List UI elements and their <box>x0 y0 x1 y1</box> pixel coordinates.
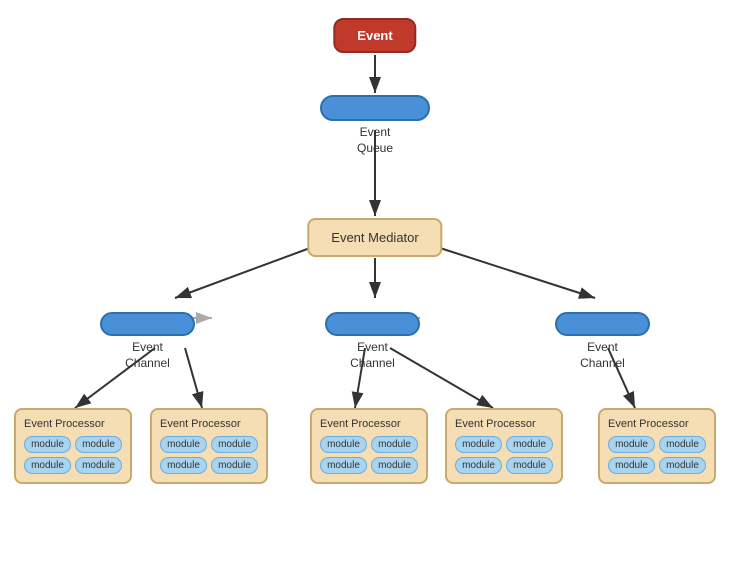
module: module <box>371 457 418 474</box>
processor-4-modules: module module module module <box>455 436 553 474</box>
architecture-diagram: Event EventQueue Event Mediator EventCha… <box>0 0 750 578</box>
module: module <box>608 457 655 474</box>
channel-label-left: EventChannel <box>125 340 170 371</box>
event-label: Event <box>357 28 392 43</box>
processor-4-title: Event Processor <box>455 418 553 430</box>
processor-3-title: Event Processor <box>320 418 418 430</box>
processor-4: Event Processor module module module mod… <box>445 408 563 484</box>
processor-5-modules: module module module module <box>608 436 706 474</box>
event-queue-container: EventQueue <box>320 95 430 156</box>
processor-3-modules: module module module module <box>320 436 418 474</box>
module: module <box>211 436 258 453</box>
connector-arrows <box>0 0 750 578</box>
processor-1-modules: module module module module <box>24 436 122 474</box>
processor-5-title: Event Processor <box>608 418 706 430</box>
processor-3: Event Processor module module module mod… <box>310 408 428 484</box>
channel-left: EventChannel <box>100 312 195 371</box>
mediator-label: Event Mediator <box>331 230 418 245</box>
module: module <box>455 457 502 474</box>
module: module <box>24 457 71 474</box>
event-queue-label: EventQueue <box>357 125 393 156</box>
channel-center: EventChannel <box>325 312 420 371</box>
module: module <box>160 436 207 453</box>
module: module <box>659 457 706 474</box>
channel-pill-right <box>555 312 650 336</box>
processor-5: Event Processor module module module mod… <box>598 408 716 484</box>
event-mediator: Event Mediator <box>307 218 442 257</box>
processor-2: Event Processor module module module mod… <box>150 408 268 484</box>
module: module <box>608 436 655 453</box>
module: module <box>75 457 122 474</box>
module: module <box>506 457 553 474</box>
channel-pill-center <box>325 312 420 336</box>
event-node: Event <box>333 18 416 53</box>
module: module <box>24 436 71 453</box>
module: module <box>455 436 502 453</box>
event-queue-pill <box>320 95 430 121</box>
channel-label-right: EventChannel <box>580 340 625 371</box>
module: module <box>320 436 367 453</box>
processor-1-title: Event Processor <box>24 418 122 430</box>
module: module <box>371 436 418 453</box>
processor-2-modules: module module module module <box>160 436 258 474</box>
channel-label-center: EventChannel <box>350 340 395 371</box>
processor-1: Event Processor module module module mod… <box>14 408 132 484</box>
processor-2-title: Event Processor <box>160 418 258 430</box>
module: module <box>659 436 706 453</box>
module: module <box>506 436 553 453</box>
module: module <box>75 436 122 453</box>
channel-right: EventChannel <box>555 312 650 371</box>
module: module <box>160 457 207 474</box>
channel-pill-left <box>100 312 195 336</box>
module: module <box>320 457 367 474</box>
module: module <box>211 457 258 474</box>
